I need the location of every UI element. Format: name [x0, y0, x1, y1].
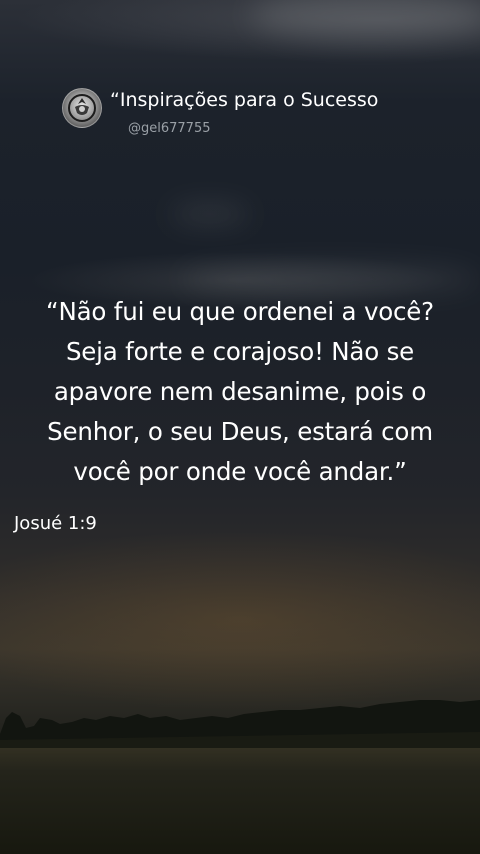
quote-text: “Não fui eu que ordenei a você? Seja for…: [14, 292, 466, 492]
account-title: “Inspirações para o Sucesso: [110, 89, 379, 111]
quote-line: você por onde você andar.”: [73, 457, 407, 486]
emblem-logo-icon[interactable]: [62, 88, 102, 128]
field-background: [0, 736, 480, 854]
cloud: [250, 0, 480, 40]
cloud: [170, 205, 250, 223]
tree-line: [0, 700, 480, 748]
cloud: [180, 265, 480, 293]
account-handle[interactable]: @gel677755: [128, 120, 211, 138]
quote-line: Seja forte e corajoso! Não se: [65, 337, 415, 366]
quote-line: apavore nem desanime, pois o: [53, 377, 427, 406]
quote-line: “Não fui eu que ordenei a você?: [46, 297, 434, 326]
story-screen: “Inspirações para o Sucesso @gel677755 “…: [0, 0, 480, 854]
bible-reference: Josué 1:9: [14, 513, 97, 534]
quote-line: Senhor, o seu Deus, estará com: [47, 417, 433, 446]
account-header: “Inspirações para o Sucesso @gel677755: [62, 86, 462, 146]
